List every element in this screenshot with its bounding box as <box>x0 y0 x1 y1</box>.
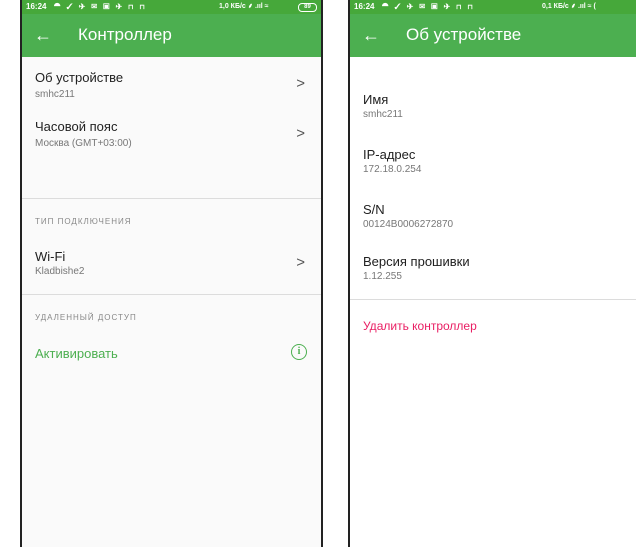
name-field: Имя smhc211 <box>350 57 636 120</box>
back-arrow-icon[interactable]: ← <box>362 24 380 46</box>
chevron-right-icon: > <box>296 125 305 142</box>
notification-icons: ⯊ ✓ ✈ ✉ ▣ ✈ ⊓ ⊓ <box>382 2 475 11</box>
settings-list: Об устройстве smhc211 > Часовой пояс Мос… <box>22 57 321 547</box>
status-bar: 16:24 ⯊ ✓ ✈ ✉ ▣ ✈ ⊓ ⊓ 0,1 КБ/с ⸙ .ııl ≈ … <box>350 0 636 14</box>
back-arrow-icon[interactable]: ← <box>34 24 52 46</box>
wifi-label: Wi-Fi <box>35 249 66 264</box>
about-device-label: Об устройстве <box>35 70 124 85</box>
activate-button[interactable]: Активировать <box>35 346 118 361</box>
name-label: Имя <box>363 92 389 107</box>
firmware-value: 1.12.255 <box>363 271 402 282</box>
about-device-item[interactable]: Об устройстве smhc211 > <box>22 57 321 105</box>
timezone-label: Часовой пояс <box>35 119 118 134</box>
firmware-field: Версия прошивки 1.12.255 <box>350 219 636 282</box>
info-icon[interactable]: i <box>291 344 307 360</box>
network-speed: 1,0 КБ/с ⸙ .ııl ≈ <box>219 3 269 10</box>
notification-icons: ⯊ ✓ ✈ ✉ ▣ ✈ ⊓ ⊓ <box>54 2 147 11</box>
chevron-right-icon: > <box>296 75 305 92</box>
remote-access-header: УДАЛЕННЫЙ ДОСТУП <box>35 313 137 322</box>
controller-screen: 16:24 ⯊ ✓ ✈ ✉ ▣ ✈ ⊓ ⊓ 1,0 КБ/с ⸙ .ııl ≈ … <box>20 0 323 547</box>
device-info: Имя smhc211 IP-адрес 172.18.0.254 S/N 00… <box>350 57 636 547</box>
about-device-value: smhc211 <box>35 89 75 100</box>
wifi-network: Kladbishe2 <box>35 266 85 277</box>
timezone-value: Москва (GMT+03:00) <box>35 138 132 149</box>
serial-label: S/N <box>363 202 385 217</box>
divider <box>22 198 321 199</box>
network-speed: 0,1 КБ/с ⸙ .ııl ≈ ( <box>542 3 596 10</box>
toolbar: ← Контроллер <box>22 14 321 57</box>
toolbar: ← Об устройстве <box>350 14 636 57</box>
about-device-screen: 16:24 ⯊ ✓ ✈ ✉ ▣ ✈ ⊓ ⊓ 0,1 КБ/с ⸙ .ııl ≈ … <box>348 0 636 547</box>
delete-controller-button[interactable]: Удалить контроллер <box>363 319 477 333</box>
ip-label: IP-адрес <box>363 147 416 162</box>
wifi-item[interactable]: Wi-Fi Kladbishe2 > <box>22 237 321 291</box>
status-time: 16:24 <box>354 2 375 11</box>
serial-field: S/N 00124B0006272870 <box>350 167 636 230</box>
timezone-item[interactable]: Часовой пояс Москва (GMT+03:00) > <box>22 105 321 155</box>
divider <box>22 294 321 295</box>
divider <box>350 299 636 300</box>
chevron-right-icon: > <box>296 254 305 271</box>
page-title: Об устройстве <box>406 25 522 44</box>
ip-field: IP-адрес 172.18.0.254 <box>350 112 636 175</box>
page-title: Контроллер <box>78 25 172 44</box>
battery-icon: 89 <box>298 3 317 12</box>
connection-type-header: ТИП ПОДКЛЮЧЕНИЯ <box>35 217 132 226</box>
activate-item[interactable]: Активировать i <box>22 337 321 369</box>
status-bar: 16:24 ⯊ ✓ ✈ ✉ ▣ ✈ ⊓ ⊓ 1,0 КБ/с ⸙ .ııl ≈ … <box>22 0 321 14</box>
firmware-label: Версия прошивки <box>363 254 470 269</box>
status-time: 16:24 <box>26 2 47 11</box>
